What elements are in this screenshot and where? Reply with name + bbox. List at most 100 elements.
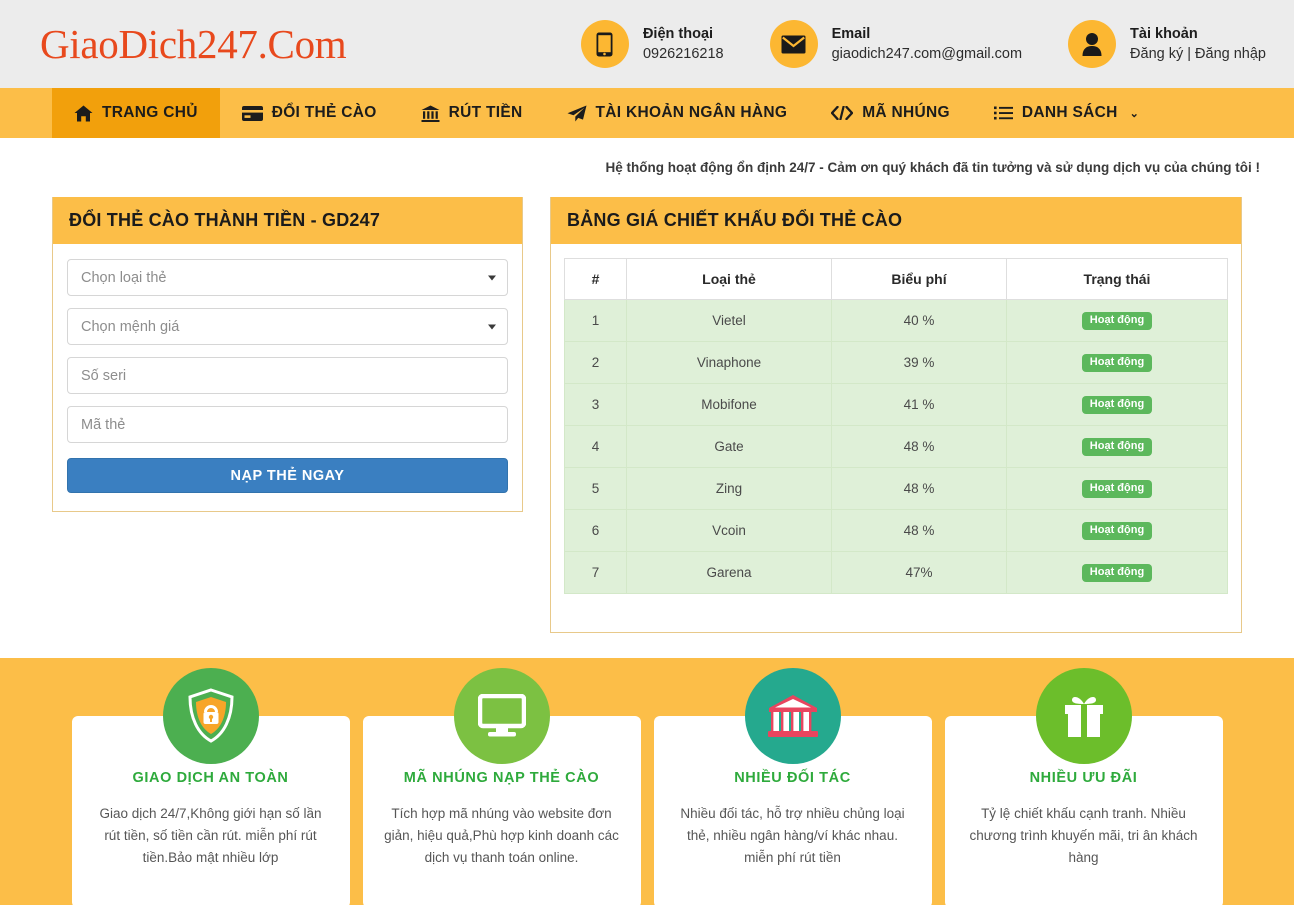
card-exchange-panel: ĐỔI THẺ CÀO THÀNH TIỀN - GD247 Chọn loại… [52, 197, 523, 512]
card-code-input[interactable]: Mã thẻ [67, 406, 508, 443]
cell-type: Vcoin [626, 509, 832, 552]
table-row: 7 Garena 47% Hoạt động [564, 551, 1228, 594]
nav-item-tai-khoan-ngan-hang[interactable]: TÀI KHOẢN NGÂN HÀNG [545, 88, 810, 138]
card-type-select[interactable]: Chọn loại thẻ [67, 259, 508, 296]
cell-type: Gate [626, 425, 832, 468]
cell-index: 4 [564, 425, 627, 468]
contact-email-value: giaodich247.com@gmail.com [831, 46, 1023, 62]
status-badge: Hoạt động [1081, 564, 1153, 582]
submit-card-button[interactable]: NẠP THẺ NGAY [67, 458, 508, 493]
cell-index: 6 [564, 509, 627, 552]
table-row: 4 Gate 48 % Hoạt động [564, 425, 1228, 468]
status-badge: Hoạt động [1081, 312, 1153, 330]
price-table: # Loại thẻ Biểu phí Trạng thái 1 Vietel … [564, 258, 1228, 594]
main-columns: ĐỔI THẺ CÀO THÀNH TIỀN - GD247 Chọn loại… [0, 175, 1294, 633]
status-badge: Hoạt động [1081, 522, 1153, 540]
contact-account[interactable]: Tài khoản Đăng ký | Đăng nhập [1068, 20, 1266, 68]
card-exchange-panel-title: ĐỔI THẺ CÀO THÀNH TIỀN - GD247 [53, 197, 522, 244]
feature-card-title: NHIỀU ĐỐI TÁC [734, 770, 851, 786]
nav-label: TRANG CHỦ [102, 104, 198, 121]
nav-item-danh-sach[interactable]: DANH SÁCH ⌄ [972, 88, 1161, 138]
cell-index: 2 [564, 341, 627, 384]
nav-item-ma-nhung[interactable]: MÃ NHÚNG [809, 88, 972, 138]
monitor-icon [453, 668, 550, 764]
feature-card-uu-dai: NHIỀU ƯU ĐÃI Tỷ lệ chiết khấu cạnh tranh… [944, 668, 1223, 905]
cell-fee: 48 % [831, 425, 1007, 468]
cell-status: Hoạt động [1006, 425, 1228, 468]
nav-label: MÃ NHÚNG [862, 104, 950, 121]
contact-account-title: Tài khoản [1130, 26, 1198, 42]
serial-number-input[interactable]: Số seri [67, 357, 508, 394]
card-code-placeholder: Mã thẻ [81, 416, 126, 433]
serial-number-placeholder: Số seri [81, 367, 127, 384]
header-contacts: Điện thoại 0926216218 Email giaodich247.… [580, 20, 1266, 68]
cell-status: Hoạt động [1006, 341, 1228, 384]
contact-phone-title: Điện thoại [642, 26, 714, 42]
table-row: 5 Zing 48 % Hoạt động [564, 467, 1228, 510]
nav-label: DANH SÁCH [1021, 104, 1118, 121]
table-header-row: # Loại thẻ Biểu phí Trạng thái [564, 258, 1228, 300]
paper-plane-icon [567, 105, 587, 122]
feature-card-text: Tỷ lệ chiết khấu cạnh tranh. Nhiều chươn… [969, 806, 1198, 865]
email-icon [769, 20, 818, 68]
status-badge: Hoạt động [1081, 438, 1153, 456]
status-badge: Hoạt động [1081, 480, 1153, 498]
site-logo[interactable]: GiaoDich247.Com [40, 20, 347, 68]
cell-index: 7 [564, 551, 627, 594]
credit-card-icon [241, 105, 263, 121]
cell-index: 1 [564, 299, 627, 342]
cell-status: Hoạt động [1006, 467, 1228, 510]
nav-item-doi-the-cao[interactable]: ĐỔI THẺ CÀO [220, 88, 399, 138]
contact-phone[interactable]: Điện thoại 0926216218 [580, 20, 724, 68]
table-row: 3 Mobifone 41 % Hoạt động [564, 383, 1228, 426]
nav-item-rut-tien[interactable]: RÚT TIỀN [399, 88, 545, 138]
card-value-select[interactable]: Chọn mệnh giá [67, 308, 508, 345]
bank-icon [421, 105, 440, 122]
cell-type: Vietel [626, 299, 832, 342]
status-notice: Hệ thống hoạt động ổn định 24/7 - Cảm ơn… [605, 160, 1260, 175]
shield-lock-icon [162, 668, 259, 764]
contact-phone-value: 0926216218 [642, 46, 724, 62]
price-table-panel: BẢNG GIÁ CHIẾT KHẤU ĐỔI THẺ CÀO # Loại t… [550, 197, 1242, 633]
contact-account-links[interactable]: Đăng ký | Đăng nhập [1130, 44, 1266, 64]
cell-fee: 48 % [831, 467, 1007, 510]
price-table-panel-title: BẢNG GIÁ CHIẾT KHẤU ĐỔI THẺ CÀO [551, 197, 1241, 244]
nav-label: ĐỔI THẺ CÀO [271, 104, 377, 121]
chevron-down-icon [488, 275, 496, 280]
feature-card-doi-tac: NHIỀU ĐỐI TÁC Nhiều đối tác, hỗ trợ nhiề… [653, 668, 932, 905]
cell-type: Garena [626, 551, 832, 594]
cell-type: Zing [626, 467, 832, 510]
status-badge: Hoạt động [1081, 354, 1153, 372]
feature-card-title: MÃ NHÚNG NẠP THẺ CÀO [403, 770, 600, 786]
cell-fee: 39 % [831, 341, 1007, 384]
cell-status: Hoạt động [1006, 509, 1228, 552]
nav-item-trang-chu[interactable]: TRANG CHỦ [52, 88, 220, 138]
cell-status: Hoạt động [1006, 551, 1228, 594]
cell-index: 5 [564, 467, 627, 510]
status-badge: Hoạt động [1081, 396, 1153, 414]
user-icon [1068, 20, 1117, 68]
cell-fee: 41 % [831, 383, 1007, 426]
cell-fee: 47% [831, 551, 1007, 594]
price-table-head: # Loại thẻ Biểu phí Trạng thái [564, 258, 1228, 300]
contact-email[interactable]: Email giaodich247.com@gmail.com [769, 20, 1023, 68]
phone-icon [580, 20, 629, 68]
col-header-type: Loại thẻ [626, 258, 832, 300]
card-exchange-form: Chọn loại thẻ Chọn mệnh giá Số seri Mã t… [53, 244, 522, 511]
gift-icon [1035, 668, 1132, 764]
contact-email-title: Email [831, 26, 871, 42]
site-header: GiaoDich247.Com Điện thoại 0926216218 Em… [0, 0, 1294, 88]
price-table-wrapper: # Loại thẻ Biểu phí Trạng thái 1 Vietel … [551, 244, 1241, 632]
col-header-status: Trạng thái [1006, 258, 1228, 300]
feature-card-text: Tích hợp mã nhúng vào website đơn giản, … [384, 806, 619, 865]
feature-card-ma-nhung: MÃ NHÚNG NẠP THẺ CÀO Tích hợp mã nhúng v… [362, 668, 641, 905]
col-header-index: # [564, 258, 627, 300]
cell-status: Hoạt động [1006, 383, 1228, 426]
cell-index: 3 [564, 383, 627, 426]
features-section: GIAO DỊCH AN TOÀN Giao dịch 24/7,Không g… [0, 658, 1294, 905]
card-value-select-value: Chọn mệnh giá [81, 318, 180, 335]
feature-card-text: Giao dịch 24/7,Không giới hạn số lần rút… [99, 806, 322, 865]
nav-label: TÀI KHOẢN NGÂN HÀNG [595, 104, 788, 121]
feature-card-title: GIAO DỊCH AN TOÀN [132, 770, 289, 786]
code-icon [831, 106, 854, 120]
